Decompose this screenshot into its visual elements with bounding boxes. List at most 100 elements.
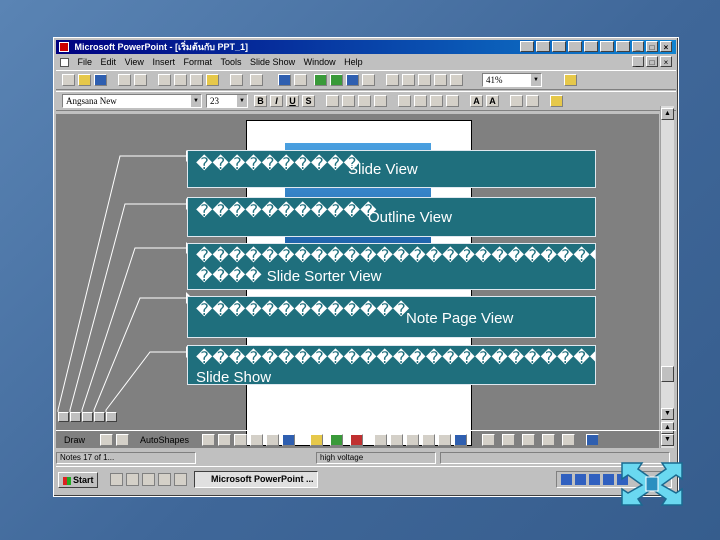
quick-launch-app-icon[interactable]: [174, 473, 187, 486]
grayscale-icon[interactable]: [450, 74, 463, 86]
decrease-paragraph-spacing-icon[interactable]: [446, 95, 459, 107]
menu-edit[interactable]: Edit: [98, 55, 120, 69]
doc-restore-button[interactable]: □: [646, 56, 658, 67]
menu-help[interactable]: Help: [341, 55, 366, 69]
tray-icon-a[interactable]: [575, 474, 586, 485]
menu-insert[interactable]: Insert: [149, 55, 178, 69]
quick-launch-channels-icon[interactable]: [158, 473, 171, 486]
insert-word-table-icon[interactable]: [314, 74, 327, 86]
slide-layout-icon[interactable]: [402, 74, 415, 86]
promote-icon[interactable]: [510, 95, 523, 107]
demote-icon[interactable]: [526, 95, 539, 107]
menu-window[interactable]: Window: [301, 55, 339, 69]
slide-view-icon[interactable]: [58, 412, 69, 422]
new-icon[interactable]: [62, 74, 75, 86]
bold-icon[interactable]: B: [254, 95, 267, 107]
select-objects-icon[interactable]: [100, 434, 113, 446]
3d-settings-icon[interactable]: [454, 434, 467, 446]
paste-icon[interactable]: [190, 74, 203, 86]
arrow-style-icon[interactable]: [406, 434, 419, 446]
mail-icon[interactable]: [568, 41, 582, 52]
bullets-icon[interactable]: [414, 95, 427, 107]
rectangle-icon[interactable]: [234, 434, 247, 446]
quick-launch-desktop-icon[interactable]: [142, 473, 155, 486]
tray-icon-c[interactable]: [603, 474, 614, 485]
font-color-icon[interactable]: [350, 434, 363, 446]
draw-menu[interactable]: Draw: [64, 431, 85, 449]
maximize-button[interactable]: □: [646, 41, 658, 52]
office-assistant-icon[interactable]: [564, 74, 577, 86]
redo-icon[interactable]: [250, 74, 263, 86]
spelling-icon[interactable]: [134, 74, 147, 86]
text-box-icon[interactable]: [266, 434, 279, 446]
notes-page-view-icon[interactable]: [94, 412, 105, 422]
slide-sorter-view-icon[interactable]: [82, 412, 93, 422]
scroll-up-icon[interactable]: ▲: [661, 108, 674, 120]
tools-icon[interactable]: [600, 41, 614, 52]
toolbar-icon-d[interactable]: [542, 434, 555, 446]
wordart-icon[interactable]: [282, 434, 295, 446]
office-icon[interactable]: [616, 41, 630, 52]
shadow-style-icon[interactable]: [422, 434, 435, 446]
clip-art-icon[interactable]: [362, 74, 375, 86]
insert-chart-icon[interactable]: [346, 74, 359, 86]
underline-icon[interactable]: U: [286, 95, 299, 107]
font-size-select[interactable]: 23 ▼: [206, 94, 248, 108]
menu-format[interactable]: Format: [180, 55, 215, 69]
hyperlink-icon[interactable]: [278, 74, 291, 86]
shadow-icon[interactable]: S: [302, 95, 315, 107]
apply-design-icon[interactable]: [418, 74, 431, 86]
quick-launch-ie-icon[interactable]: [110, 473, 123, 486]
line-icon[interactable]: [202, 434, 215, 446]
slide-show-icon[interactable]: [106, 412, 117, 422]
vertical-scrollbar[interactable]: ▲ ▼ ▲ ▼: [660, 106, 674, 448]
doc-minimize-button[interactable]: _: [632, 56, 644, 67]
quick-launch-outlook-icon[interactable]: [126, 473, 139, 486]
align-center-icon[interactable]: [342, 95, 355, 107]
free-rotate-icon[interactable]: [116, 434, 129, 446]
animation-effects-icon[interactable]: [550, 95, 563, 107]
decrease-font-size-icon[interactable]: A: [486, 95, 499, 107]
insert-excel-icon[interactable]: [330, 74, 343, 86]
new-slide-icon[interactable]: [386, 74, 399, 86]
fill-color-icon[interactable]: [310, 434, 323, 446]
web-toolbar-icon[interactable]: [294, 74, 307, 86]
excel-icon[interactable]: [552, 41, 566, 52]
3d-icon[interactable]: [438, 434, 451, 446]
font-name-select[interactable]: Angsana New ▼: [62, 94, 202, 108]
copy-icon[interactable]: [174, 74, 187, 86]
tray-language-icon[interactable]: [561, 474, 572, 485]
menu-slide-show[interactable]: Slide Show: [247, 55, 298, 69]
save-icon[interactable]: [94, 74, 107, 86]
menu-file[interactable]: File: [75, 55, 96, 69]
italic-icon[interactable]: I: [270, 95, 283, 107]
oval-icon[interactable]: [250, 434, 263, 446]
doc-close-button[interactable]: ×: [660, 56, 672, 67]
toolbar-icon-a[interactable]: [482, 434, 495, 446]
toolbar-icon-e[interactable]: [562, 434, 575, 446]
toolbar-icon-f[interactable]: [586, 434, 599, 446]
scroll-down-icon[interactable]: ▼: [661, 408, 674, 420]
open-icon[interactable]: [78, 74, 91, 86]
format-painter-icon[interactable]: [206, 74, 219, 86]
line-style-icon[interactable]: [374, 434, 387, 446]
cut-icon[interactable]: [158, 74, 171, 86]
outline-view-icon[interactable]: [70, 412, 81, 422]
close-button[interactable]: ×: [660, 41, 672, 52]
line-color-icon[interactable]: [330, 434, 343, 446]
numbering-icon[interactable]: [398, 95, 411, 107]
arrow-icon[interactable]: [218, 434, 231, 446]
navigation-arrows-icon[interactable]: [616, 457, 688, 509]
taskbar-powerpoint-button[interactable]: Microsoft PowerPoint ...: [194, 471, 318, 488]
align-left-icon[interactable]: [326, 95, 339, 107]
dash-style-icon[interactable]: [390, 434, 403, 446]
align-right-icon[interactable]: [358, 95, 371, 107]
increase-paragraph-spacing-icon[interactable]: [430, 95, 443, 107]
menu-tools[interactable]: Tools: [218, 55, 245, 69]
toolbar-icon-c[interactable]: [522, 434, 535, 446]
access-icon[interactable]: [584, 41, 598, 52]
autoshapes-menu[interactable]: AutoShapes: [140, 431, 189, 449]
start-button[interactable]: Start: [58, 472, 98, 488]
minimize-button[interactable]: _: [632, 41, 644, 52]
print-icon[interactable]: [118, 74, 131, 86]
